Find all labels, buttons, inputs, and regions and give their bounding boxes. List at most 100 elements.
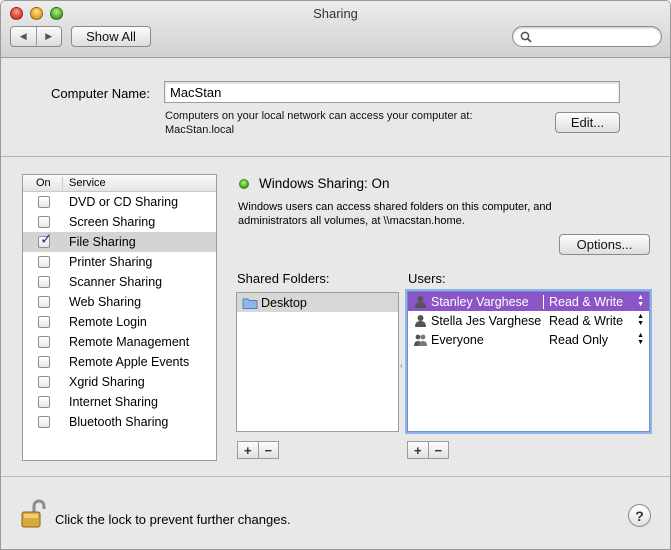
service-checkbox[interactable] xyxy=(38,396,50,408)
search-field[interactable] xyxy=(512,26,662,47)
shared-folder-row[interactable]: Desktop xyxy=(237,293,398,312)
user-name-cell: Stella Jes Varghese xyxy=(408,314,544,328)
service-row[interactable]: Screen Sharing xyxy=(23,212,216,232)
forward-arrow-icon: ▶ xyxy=(45,31,53,41)
service-checkbox[interactable] xyxy=(38,256,50,268)
shared-folders-add-remove: + − xyxy=(237,441,279,459)
service-label: Printer Sharing xyxy=(69,255,153,269)
forward-button[interactable]: ▶ xyxy=(35,27,62,46)
service-label: Bluetooth Sharing xyxy=(69,415,169,429)
service-checkbox[interactable] xyxy=(38,276,50,288)
service-row[interactable]: DVD or CD Sharing xyxy=(23,192,216,212)
service-label: Remote Login xyxy=(69,315,147,329)
user-name: Stella Jes Varghese xyxy=(431,313,542,328)
service-label: Screen Sharing xyxy=(69,215,156,229)
user-row[interactable]: Stanley Varghese Read & Write ▲ ▼ xyxy=(408,292,649,311)
shared-folders-list: Desktop xyxy=(236,292,399,432)
service-label: Remote Apple Events xyxy=(69,355,190,369)
service-label: File Sharing xyxy=(69,235,136,249)
shared-folder-name: Desktop xyxy=(261,295,307,310)
help-button[interactable]: ? xyxy=(628,504,651,527)
status-description-line: administrators all volumes, at \\macstan… xyxy=(238,215,465,227)
user-name: Everyone xyxy=(431,332,484,347)
permission-popup[interactable]: Read & Write xyxy=(544,295,649,309)
remove-folder-button[interactable]: − xyxy=(257,442,279,458)
service-row[interactable]: ✓ File Sharing xyxy=(23,232,216,252)
checkmark-icon: ✓ xyxy=(40,231,53,248)
sharing-status-title: Windows Sharing: On xyxy=(259,176,390,191)
lock-open-icon[interactable] xyxy=(20,498,46,530)
header-on[interactable]: On xyxy=(23,177,63,189)
service-row[interactable]: Scanner Sharing xyxy=(23,272,216,292)
service-list: On Service DVD or CD Sharing Screen Shari… xyxy=(22,174,217,461)
status-indicator-icon xyxy=(239,179,249,189)
service-label: Scanner Sharing xyxy=(69,275,163,289)
status-description-line: Windows users can access shared folders … xyxy=(238,201,552,213)
service-row[interactable]: Bluetooth Sharing xyxy=(23,412,216,432)
service-checkbox[interactable] xyxy=(38,356,50,368)
window-title: Sharing xyxy=(313,6,358,21)
service-checkbox[interactable] xyxy=(38,416,50,428)
sharing-status-description: Windows users can access shared folders … xyxy=(238,200,638,228)
title-bar: Sharing ◀ ▶ Show All xyxy=(1,1,670,58)
computer-name-description: Computers on your local network can acce… xyxy=(165,109,525,137)
service-label: Web Sharing xyxy=(69,295,142,309)
service-row[interactable]: Remote Apple Events xyxy=(23,352,216,372)
search-icon xyxy=(520,31,532,43)
back-arrow-icon: ◀ xyxy=(19,31,27,41)
add-user-button[interactable]: + xyxy=(408,442,428,458)
service-list-header: On Service xyxy=(23,175,216,192)
users-label: Users: xyxy=(408,271,446,286)
header-service[interactable]: Service xyxy=(63,177,106,189)
computer-name-field[interactable]: MacStan xyxy=(164,81,620,103)
computer-name-description-line: Computers on your local network can acce… xyxy=(165,110,473,122)
user-name: Stanley Varghese xyxy=(431,294,529,309)
up-down-arrows-icon: ▲ ▼ xyxy=(637,313,644,327)
sharing-window: Sharing ◀ ▶ Show All Computer Name: MacS… xyxy=(0,0,671,550)
user-name-cell: Stanley Varghese xyxy=(408,294,544,309)
user-row[interactable]: Stella Jes Varghese Read & Write ▲ ▼ xyxy=(408,311,649,330)
users-list: Stanley Varghese Read & Write ▲ ▼ Stella Jes… xyxy=(407,291,650,432)
service-checkbox[interactable] xyxy=(38,216,50,228)
divider xyxy=(1,156,670,157)
service-label: DVD or CD Sharing xyxy=(69,195,179,209)
permission-popup[interactable]: Read & Write xyxy=(544,314,649,328)
user-icon xyxy=(415,295,426,308)
show-all-button[interactable]: Show All xyxy=(71,26,151,47)
edit-button[interactable]: Edit... xyxy=(555,112,620,133)
folder-icon xyxy=(242,298,258,309)
permission-label: Read & Write xyxy=(549,313,624,328)
group-icon xyxy=(414,334,427,346)
computer-local-address: MacStan.local xyxy=(165,124,235,136)
service-row[interactable]: Remote Login xyxy=(23,312,216,332)
service-checkbox[interactable] xyxy=(38,196,50,208)
service-checkbox[interactable] xyxy=(38,316,50,328)
splitter-handle[interactable]: ‹ xyxy=(400,361,403,370)
user-icon xyxy=(415,314,426,327)
up-down-arrows-icon: ▲ ▼ xyxy=(637,294,644,308)
options-button[interactable]: Options... xyxy=(559,234,650,255)
permission-label: Read & Write xyxy=(549,294,624,309)
service-checkbox[interactable] xyxy=(38,296,50,308)
service-row[interactable]: Xgrid Sharing xyxy=(23,372,216,392)
service-row[interactable]: Printer Sharing xyxy=(23,252,216,272)
service-label: Remote Management xyxy=(69,335,190,349)
lock-message: Click the lock to prevent further change… xyxy=(55,512,291,527)
remove-user-button[interactable]: − xyxy=(427,442,449,458)
footer-divider xyxy=(1,476,670,477)
service-row[interactable]: Web Sharing xyxy=(23,292,216,312)
service-row[interactable]: Remote Management xyxy=(23,332,216,352)
service-checkbox[interactable] xyxy=(38,376,50,388)
user-name-cell: Everyone xyxy=(408,333,544,347)
service-label: Internet Sharing xyxy=(69,395,158,409)
service-label: Xgrid Sharing xyxy=(69,375,145,389)
computer-name-label: Computer Name: xyxy=(51,86,150,101)
user-row[interactable]: Everyone Read Only ▲ ▼ xyxy=(408,330,649,349)
service-checkbox[interactable] xyxy=(38,336,50,348)
shared-folders-label: Shared Folders: xyxy=(237,271,330,286)
permission-popup[interactable]: Read Only xyxy=(544,333,649,347)
service-row[interactable]: Internet Sharing xyxy=(23,392,216,412)
service-checkbox[interactable]: ✓ xyxy=(38,232,53,248)
add-folder-button[interactable]: + xyxy=(238,442,258,458)
back-button[interactable]: ◀ xyxy=(11,27,36,46)
